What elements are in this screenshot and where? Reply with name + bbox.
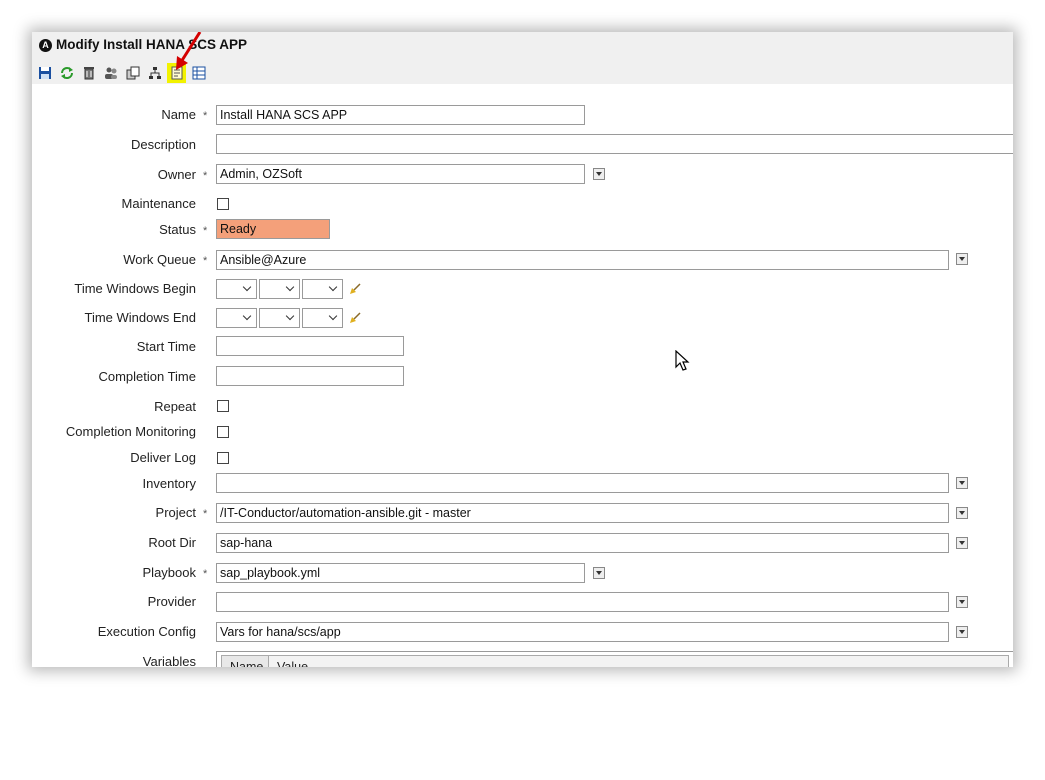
modify-dialog: A Modify Install HANA SCS APP Name * Ins… <box>32 32 1013 667</box>
time-begin-hour-select[interactable] <box>259 279 300 299</box>
playbook-label: Playbook <box>142 565 196 580</box>
required-marker: * <box>203 508 208 520</box>
project-label: Project <box>155 505 196 520</box>
time-begin-minute-select[interactable] <box>302 279 343 299</box>
root-dir-dropdown-button[interactable] <box>956 537 968 549</box>
required-marker: * <box>203 170 208 182</box>
required-marker: * <box>203 225 208 237</box>
title-bar: A Modify Install HANA SCS APP <box>32 32 1013 84</box>
required-marker: * <box>203 568 208 580</box>
project-dropdown-button[interactable] <box>956 507 968 519</box>
delete-icon[interactable] <box>82 66 96 80</box>
variables-table: Name Value <box>216 651 1013 667</box>
users-icon[interactable] <box>104 66 118 80</box>
description-label: Description <box>130 137 196 152</box>
provider-input[interactable] <box>216 592 949 612</box>
provider-dropdown-button[interactable] <box>956 596 968 608</box>
name-input[interactable]: Install HANA SCS APP <box>216 105 585 125</box>
variables-label: Variables <box>142 654 196 667</box>
name-label: Name <box>161 107 196 122</box>
red-arrow-annotation <box>176 32 202 70</box>
playbook-input[interactable]: sap_playbook.yml <box>216 563 585 583</box>
deliver-log-label: Deliver Log <box>130 450 196 465</box>
time-end-label: Time Windows End <box>84 310 197 325</box>
inventory-label: Inventory <box>142 476 196 491</box>
maintenance-checkbox[interactable] <box>217 198 229 210</box>
root-dir-label: Root Dir <box>148 535 196 550</box>
inventory-input[interactable] <box>216 473 949 493</box>
mouse-cursor-icon <box>675 350 690 371</box>
status-label: Status <box>159 222 196 237</box>
completion-time-input[interactable] <box>216 366 404 386</box>
variables-value-header[interactable]: Value <box>269 655 1009 667</box>
execution-config-input[interactable]: Vars for hana/scs/app <box>216 622 949 642</box>
time-begin-label: Time Windows Begin <box>74 281 196 296</box>
variables-name-header[interactable]: Name <box>221 655 269 667</box>
provider-label: Provider <box>147 594 196 609</box>
start-time-label: Start Time <box>136 339 196 354</box>
owner-dropdown-button[interactable] <box>593 168 605 180</box>
time-end-hour-select[interactable] <box>259 308 300 328</box>
work-queue-label: Work Queue <box>123 252 196 267</box>
clear-broom-icon[interactable] <box>349 312 361 324</box>
time-begin-day-select[interactable] <box>216 279 257 299</box>
dialog-title: Modify Install HANA SCS APP <box>56 37 248 52</box>
ansible-logo-icon: A <box>39 39 52 52</box>
owner-label: Owner <box>157 167 196 182</box>
required-marker: * <box>203 110 208 122</box>
status-field[interactable]: Ready <box>216 219 330 239</box>
refresh-icon[interactable] <box>60 66 74 80</box>
deliver-log-checkbox[interactable] <box>217 452 229 464</box>
completion-time-label: Completion Time <box>98 369 196 384</box>
root-dir-input[interactable]: sap-hana <box>216 533 949 553</box>
copy-icon[interactable] <box>126 66 140 80</box>
repeat-checkbox[interactable] <box>217 400 229 412</box>
work-queue-dropdown-button[interactable] <box>956 253 968 265</box>
work-queue-input[interactable]: Ansible@Azure <box>216 250 949 270</box>
execution-config-dropdown-button[interactable] <box>956 626 968 638</box>
owner-input[interactable]: Admin, OZSoft <box>216 164 585 184</box>
clear-broom-icon[interactable] <box>349 283 361 295</box>
playbook-dropdown-button[interactable] <box>593 567 605 579</box>
project-input[interactable]: /IT-Conductor/automation-ansible.git - m… <box>216 503 949 523</box>
save-icon[interactable] <box>38 66 52 80</box>
start-time-input[interactable] <box>216 336 404 356</box>
required-marker: * <box>203 255 208 267</box>
completion-monitoring-label: Completion Monitoring <box>65 424 196 439</box>
completion-monitoring-checkbox[interactable] <box>217 426 229 438</box>
execution-config-label: Execution Config <box>97 624 196 639</box>
repeat-label: Repeat <box>154 399 196 414</box>
time-end-minute-select[interactable] <box>302 308 343 328</box>
time-end-day-select[interactable] <box>216 308 257 328</box>
inventory-dropdown-button[interactable] <box>956 477 968 489</box>
description-input[interactable] <box>216 134 1013 154</box>
maintenance-label: Maintenance <box>121 196 196 211</box>
hierarchy-icon[interactable] <box>148 66 162 80</box>
